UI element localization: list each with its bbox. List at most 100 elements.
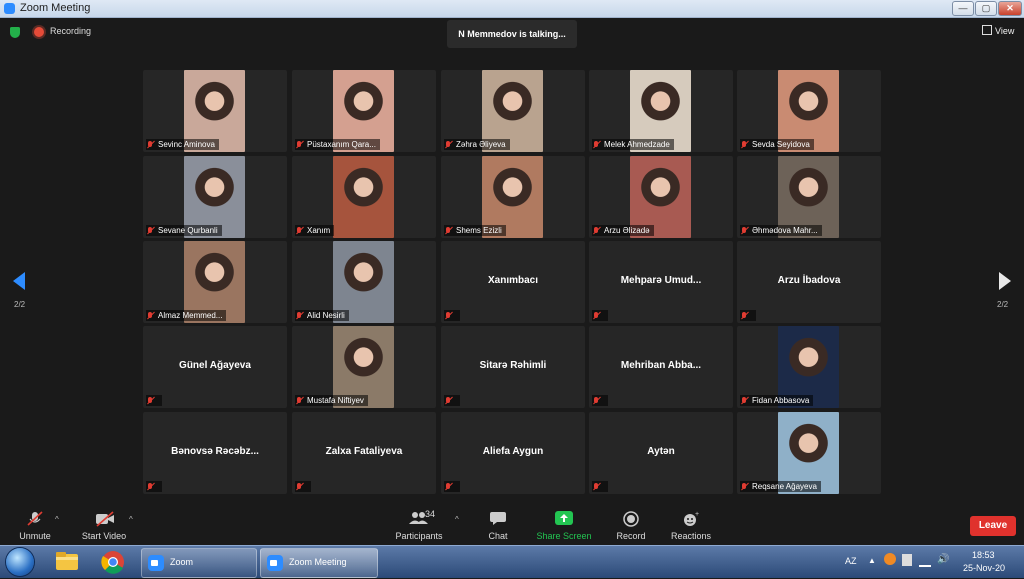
participant-caption: Almaz Memmed... [146,310,227,321]
participants-label: Participants [395,531,443,541]
participant-caption [146,481,162,492]
participant-caption: Sevane Qurbanli [146,225,222,236]
participant-tile[interactable]: Zalxa Fataliyeva [292,412,436,494]
participant-name: Sevda Seyidova [752,140,810,149]
participant-tile[interactable]: Sevda Seyidova [737,70,881,152]
reactions-label: Reactions [670,531,712,541]
minimize-button[interactable]: — [952,1,974,16]
muted-mic-icon [295,140,303,149]
participant-tile[interactable]: Sevinc Aminova [143,70,287,152]
muted-mic-icon [740,311,748,320]
participant-tile[interactable]: Almaz Memmed... [143,241,287,323]
participant-tile[interactable]: Fidan Abbasova [737,326,881,408]
muted-mic-icon [146,482,154,491]
participant-name: Reqsane Ağayeva [752,482,817,491]
participant-tile[interactable]: Sevane Qurbanli [143,156,287,238]
participant-caption [146,395,162,406]
participant-name: Almaz Memmed... [158,311,223,320]
participant-tile[interactable]: Shems Ezizli [441,156,585,238]
muted-mic-icon [444,140,452,149]
taskbar-zoom-meeting[interactable]: Zoom Meeting [260,548,378,578]
muted-mic-icon [444,226,452,235]
participant-tile[interactable]: Bənovsə Rəcəbz... [143,412,287,494]
reactions-button[interactable]: + Reactions [656,499,726,545]
start-button-icon[interactable] [6,548,34,576]
muted-mic-icon [295,311,303,320]
participant-caption: Sevda Seyidova [740,139,814,150]
participant-tile[interactable]: Mustafa Niftiyev [292,326,436,408]
chat-button[interactable]: Chat [463,499,533,545]
security-shield-icon[interactable] [10,27,20,38]
unmute-button[interactable]: Unmute [0,499,70,545]
participant-caption: Alid Nesirli [295,310,349,321]
participant-tile[interactable]: Melek Ahmedzade [589,70,733,152]
clipboard-icon[interactable] [902,554,912,566]
participant-tile[interactable]: Arzu Əlizadə [589,156,733,238]
participant-tile[interactable]: Aliefa Aygun [441,412,585,494]
active-speaker-banner: N Memmedov is talking... [447,20,577,48]
participant-caption: Əhmədova Mahr... [740,225,822,236]
participant-tile[interactable]: Reqsane Ağayeva [737,412,881,494]
participant-name-display: Bənovsə Rəcəbz... [171,446,259,457]
maximize-button[interactable]: ▢ [975,1,997,16]
participant-tile[interactable]: Əhmədova Mahr... [737,156,881,238]
chrome-icon[interactable] [101,550,127,574]
participant-tile[interactable]: Xanımbacı [441,241,585,323]
file-explorer-icon[interactable] [54,550,80,574]
participant-tile[interactable]: Püstaxanım Qara... [292,70,436,152]
video-options-caret-icon[interactable]: ^ [129,515,133,524]
participant-tile[interactable]: Sitarə Rəhimli [441,326,585,408]
participant-name-display: Xanımbacı [487,275,539,286]
participant-caption [444,481,460,492]
volume-icon[interactable]: 🔊 [937,554,949,565]
taskbar-zoom[interactable]: Zoom [141,548,257,578]
participant-tile[interactable]: Alid Nesirli [292,241,436,323]
muted-mic-icon [444,396,452,405]
participant-caption [592,310,608,321]
next-page-arrow-icon[interactable] [999,272,1011,290]
participants-options-caret-icon[interactable]: ^ [455,515,459,524]
audio-options-caret-icon[interactable]: ^ [55,515,59,524]
recording-label: Recording [50,26,92,36]
participant-name: Fidan Abbasova [752,396,810,405]
muted-mic-icon [295,482,303,491]
participant-caption [444,395,460,406]
muted-mic-icon [592,226,600,235]
participant-tile[interactable]: Günel Ağayeva [143,326,287,408]
muted-mic-icon [146,396,154,405]
muted-mic-icon [592,140,600,149]
zoom-taskbar-icon [148,555,164,571]
participant-name-display: Mehriban Abba... [620,360,702,371]
participant-caption [444,310,460,321]
participant-tile[interactable]: Xanım [292,156,436,238]
participant-caption [295,481,311,492]
share-screen-button[interactable]: Share Screen [529,499,599,545]
participant-caption [740,310,756,321]
participant-tile[interactable]: Aytən [589,412,733,494]
windows-taskbar: Zoom Zoom Meeting AZ ▲ 🔊 18:53 25-Nov-20 [0,545,1024,578]
language-indicator[interactable]: AZ [845,556,857,566]
muted-mic-icon [444,482,452,491]
muted-mic-icon [740,396,748,405]
network-icon[interactable] [919,555,931,567]
participant-name-display: Arzu İbadova [777,275,841,286]
participant-caption: Arzu Əlizadə [592,225,654,236]
muted-mic-icon [295,226,303,235]
participant-tile[interactable]: Mehriban Abba... [589,326,733,408]
participants-button[interactable]: 34 Participants [384,499,454,545]
muted-mic-icon [26,511,44,526]
search-magnifier-icon[interactable] [884,553,896,565]
close-button[interactable]: ✕ [998,1,1022,16]
video-off-icon [95,511,114,527]
unmute-label: Unmute [19,531,51,541]
show-hidden-icons-icon[interactable]: ▲ [868,556,876,565]
participants-icon: 34 [399,509,439,525]
participant-tile[interactable]: Mehparə Umud... [589,241,733,323]
participant-tile[interactable]: Arzu İbadova [737,241,881,323]
leave-button[interactable]: Leave [970,516,1016,536]
previous-page-arrow-icon[interactable] [13,272,25,290]
view-button[interactable]: View [982,25,1014,36]
participant-tile[interactable]: Zəhra Əliyeva [441,70,585,152]
clock-time: 18:53 [972,550,995,560]
participant-name: Arzu Əlizadə [604,226,650,235]
